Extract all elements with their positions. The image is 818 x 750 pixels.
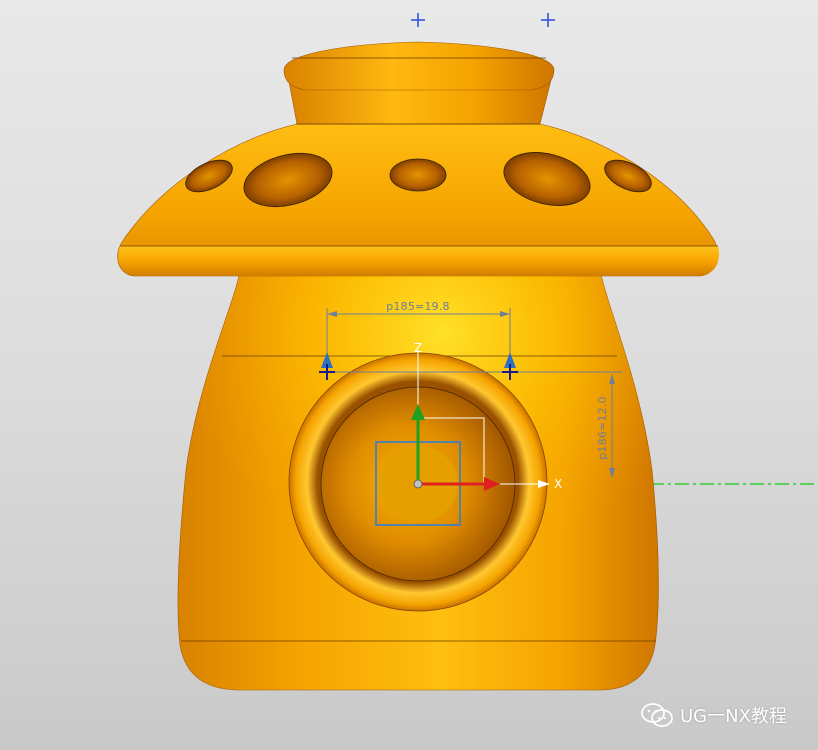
dimension-horizontal-label[interactable]: p185=19.8: [386, 300, 450, 313]
watermark: UG一NX教程: [640, 702, 787, 728]
point-marker[interactable]: [541, 13, 555, 27]
wechat-icon: [641, 703, 673, 727]
model-canvas[interactable]: p185=19.8 p186=12.0 Z X: [0, 0, 818, 750]
point-marker[interactable]: [411, 13, 425, 27]
x-axis-label: X: [554, 477, 562, 491]
z-axis-label: Z: [414, 341, 422, 355]
watermark-text: UG一NX教程: [680, 706, 787, 727]
top-knob[interactable]: [283, 41, 555, 91]
csys-origin[interactable]: [413, 479, 423, 489]
cap-hole[interactable]: [389, 158, 447, 192]
dimension-vertical-label[interactable]: p186=12.0: [596, 396, 609, 460]
cap-rim: [118, 246, 720, 276]
graphics-window[interactable]: p185=19.8 p186=12.0 Z X UG一NX教程: [0, 0, 818, 750]
